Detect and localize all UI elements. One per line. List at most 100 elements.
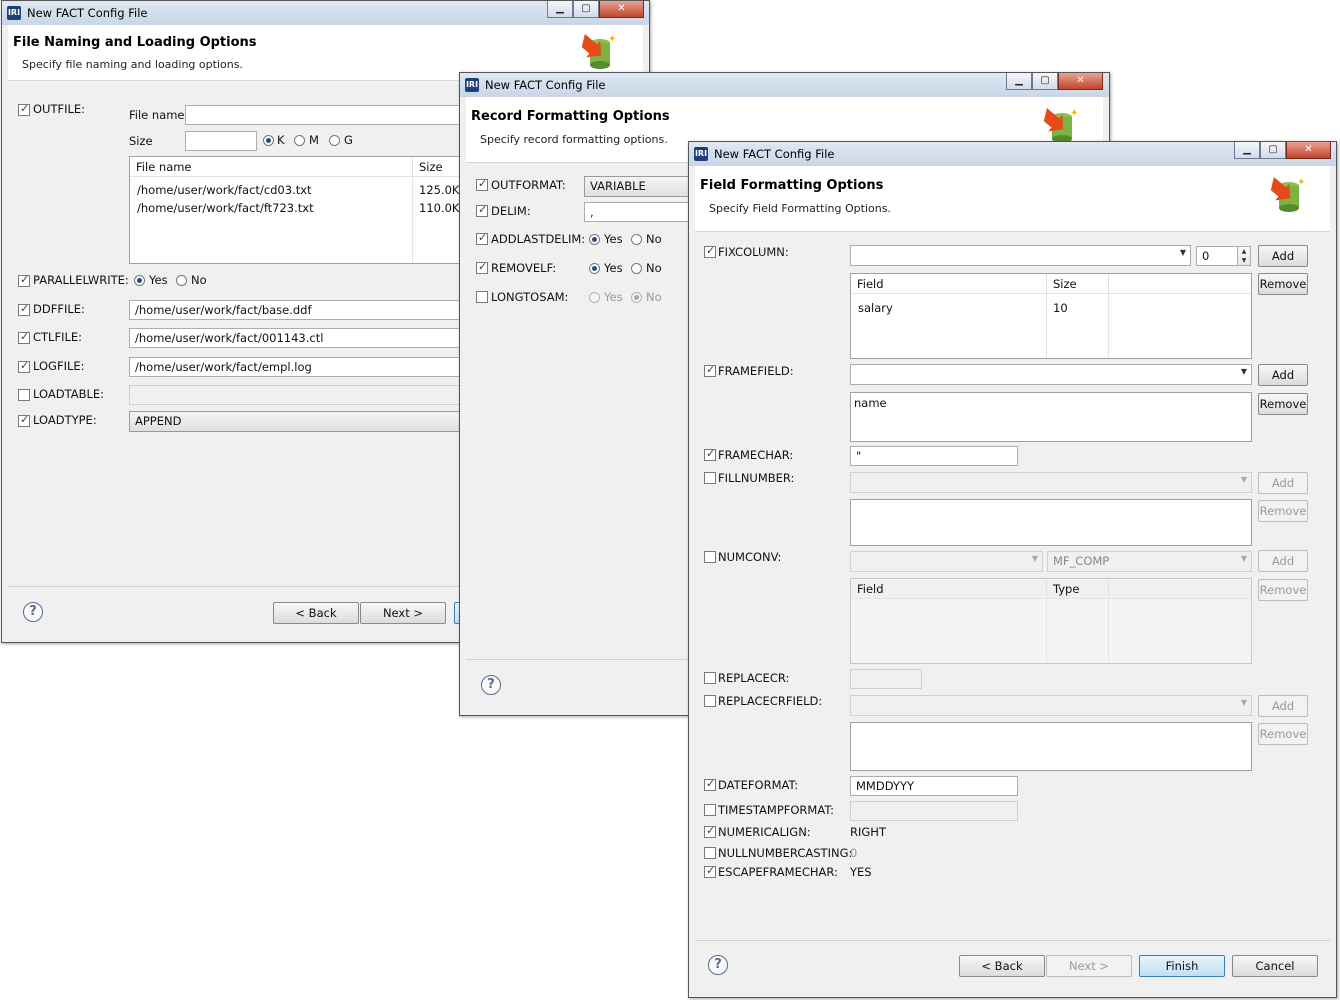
removelf-no-label: No [646,261,662,275]
loadtype-checkbox[interactable] [18,413,30,427]
size-input[interactable] [185,131,257,151]
parallelwrite-yes-radio[interactable] [134,275,145,286]
finish-button[interactable]: Finish [1139,955,1225,977]
fillnumber-checkbox[interactable] [704,472,716,484]
next-button[interactable]: Next > [360,602,446,624]
framefield-checkbox[interactable] [704,363,716,377]
fixcolumn-checkbox[interactable] [704,244,716,258]
size-unit-g-radio[interactable] [329,135,340,146]
escapeframechar-checkbox[interactable] [704,864,716,878]
dateformat-checkbox[interactable] [704,777,716,791]
footer-divider [695,940,1330,941]
removelf-label: REMOVELF: [491,261,557,275]
numericalign-checkbox[interactable] [704,824,716,838]
outfile-checkbox[interactable] [18,102,30,116]
cancel-button[interactable]: Cancel [1232,955,1318,977]
outformat-select[interactable]: VARIABLE [584,176,704,197]
framefield-add-button[interactable]: Add [1258,364,1308,386]
ddffile-input[interactable]: /home/user/work/fact/base.ddf [129,300,479,320]
page-subtitle: Specify Field Formatting Options. [709,202,891,215]
fixcolumn-table[interactable]: Field Size salary 10 [850,273,1252,359]
size-unit-k-radio[interactable] [263,135,274,146]
ctlfile-checkbox[interactable] [18,330,30,344]
loadtype-select[interactable]: APPEND [129,411,479,432]
list-item[interactable]: name [854,396,887,410]
table-row-size[interactable]: 110.0K [419,201,459,215]
column-divider [1046,294,1047,358]
outformat-checkbox[interactable] [476,177,488,191]
longtosam-checkbox[interactable] [476,291,488,303]
framefield-list[interactable]: name [850,392,1252,442]
close-button[interactable]: ✕ [599,1,644,18]
fixcolumn-add-button[interactable]: Add [1258,245,1308,267]
column-header-size[interactable]: Size [1047,274,1109,294]
table-row-size[interactable]: 10 [1053,301,1068,315]
maximize-button[interactable]: ▢ [1260,142,1286,159]
replacecrfield-checkbox[interactable] [704,695,716,707]
size-unit-m-radio[interactable] [294,135,305,146]
back-button[interactable]: < Back [273,602,359,624]
escapeframechar-value[interactable]: YES [850,865,872,879]
column-header-field[interactable]: Field [851,274,1047,294]
parallelwrite-checkbox[interactable] [18,273,30,287]
loadtype-label: LOADTYPE: [33,413,97,427]
framefield-remove-button[interactable]: Remove [1258,393,1308,415]
table-row-file-name[interactable]: /home/user/work/fact/cd03.txt [137,183,312,197]
table-row-field[interactable]: salary [858,301,893,315]
minimize-button[interactable]: ▁ [1006,73,1032,90]
file-name-input[interactable] [185,105,475,125]
ctlfile-input[interactable]: /home/user/work/fact/001143.ctl [129,328,479,348]
help-icon[interactable]: ? [23,602,43,622]
help-icon[interactable]: ? [481,675,501,695]
table-row-size[interactable]: 125.0K [419,183,459,197]
loadtable-input [129,385,479,405]
table-row-file-name[interactable]: /home/user/work/fact/ft723.txt [137,201,314,215]
chevron-down-icon: ▼ [1179,248,1186,257]
removelf-no-radio[interactable] [631,263,642,274]
numericalign-value[interactable]: RIGHT [850,825,886,839]
page-subtitle: Specify record formatting options. [480,133,668,146]
minimize-button[interactable]: ▁ [1234,142,1260,159]
delim-input[interactable]: , [584,202,704,222]
column-header-filler [1109,274,1251,294]
maximize-button[interactable]: ▢ [573,1,599,18]
framechar-input[interactable]: " [850,446,1018,466]
removelf-yes-radio[interactable] [589,263,600,274]
loadtable-checkbox[interactable] [18,389,30,401]
help-icon[interactable]: ? [708,955,728,975]
column-divider [412,177,413,263]
nullnumbercasting-checkbox[interactable] [704,847,716,859]
addlastdelim-checkbox[interactable] [476,231,488,245]
logfile-input[interactable]: /home/user/work/fact/empl.log [129,357,479,377]
close-button[interactable]: ✕ [1058,73,1103,90]
replacecrfield-label: REPLACECRFIELD: [718,694,823,708]
timestampformat-checkbox[interactable] [704,804,716,816]
framechar-checkbox[interactable] [704,447,716,461]
back-button[interactable]: < Back [959,955,1045,977]
numconv-checkbox[interactable] [704,551,716,563]
dateformat-label: DATEFORMAT: [718,778,799,792]
removelf-checkbox[interactable] [476,260,488,274]
outfile-table[interactable]: File name Size /home/user/work/fact/cd03… [129,156,479,264]
delim-label: DELIM: [491,204,531,218]
escapeframechar-label: ESCAPEFRAMECHAR: [718,865,838,879]
column-header-file-name[interactable]: File name [130,157,413,177]
close-button[interactable]: ✕ [1286,142,1331,159]
addlastdelim-no-radio[interactable] [631,234,642,245]
parallelwrite-no-radio[interactable] [176,275,187,286]
logfile-checkbox[interactable] [18,359,30,373]
fixcolumn-remove-button[interactable]: Remove [1258,273,1308,295]
delim-checkbox[interactable] [476,203,488,217]
addlastdelim-yes-radio[interactable] [589,234,600,245]
maximize-button[interactable]: ▢ [1032,73,1058,90]
ddffile-checkbox[interactable] [18,302,30,316]
page-title: Field Formatting Options [700,178,884,193]
framefield-select[interactable]: ▼ [850,364,1252,385]
dateformat-input[interactable]: MMDDYYY [850,776,1018,796]
minimize-button[interactable]: ▁ [547,1,573,18]
chevron-down-icon: ▼ [1031,554,1038,563]
spinner-arrows-icon[interactable]: ▲ ▼ [1237,246,1251,266]
fixcolumn-size-spinner[interactable]: 0 [1196,246,1238,266]
replacecr-checkbox[interactable] [704,672,716,684]
fixcolumn-field-select[interactable]: ▼ [850,245,1191,266]
